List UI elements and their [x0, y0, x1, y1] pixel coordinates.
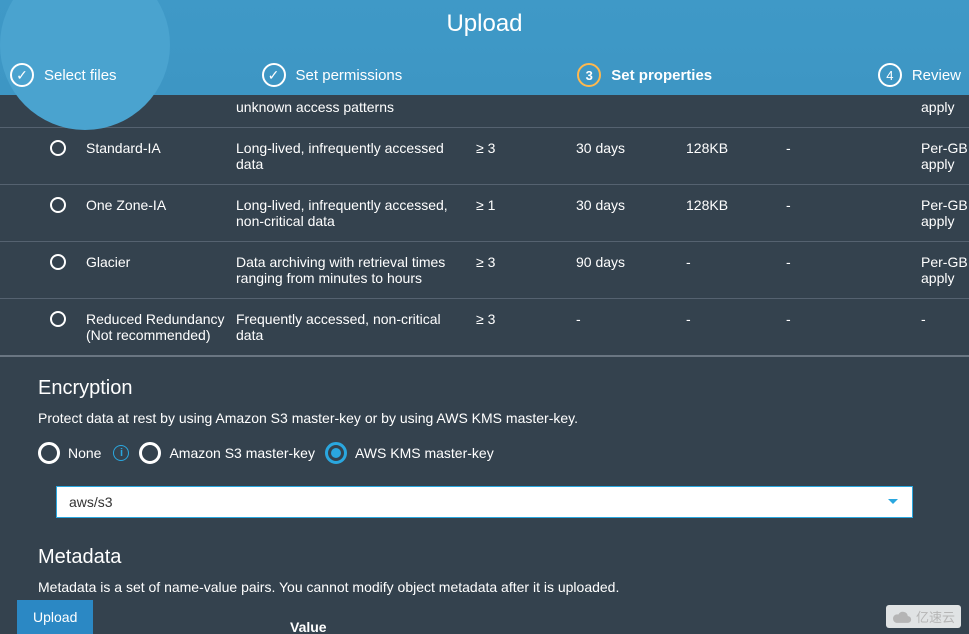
radio-icon	[38, 442, 60, 464]
option-label: None	[68, 445, 101, 461]
header: Upload Select files Set permissions 3 Se…	[0, 0, 969, 95]
encryption-kms[interactable]: AWS KMS master-key	[325, 442, 494, 464]
metadata-title: Metadata	[38, 546, 931, 569]
encryption-section: Encryption Protect data at rest by using…	[0, 357, 969, 518]
check-icon	[262, 63, 286, 87]
check-icon	[10, 63, 34, 87]
storage-desc: Long-lived, infrequently accessed, non-c…	[236, 185, 476, 242]
radio-icon[interactable]	[50, 140, 66, 156]
page-title: Upload	[0, 0, 969, 38]
encryption-title: Encryption	[38, 377, 931, 400]
radio-icon[interactable]	[50, 311, 66, 327]
step-number: 4	[878, 63, 902, 87]
metadata-header-row: Header Value	[38, 611, 931, 634]
step-review[interactable]: 4 Review	[878, 63, 961, 87]
step-set-permissions[interactable]: Set permissions	[262, 63, 403, 87]
radio-selected-icon	[325, 442, 347, 464]
storage-desc: unknown access patterns	[236, 95, 476, 128]
info-icon[interactable]: i	[113, 445, 129, 461]
col-value: Value	[290, 619, 327, 634]
table-row[interactable]: Standard-IA Long-lived, infrequently acc…	[0, 128, 969, 185]
table-row[interactable]: One Zone-IA Long-lived, infrequently acc…	[0, 185, 969, 242]
storage-name: Reduced Redundancy (Not recommended)	[66, 299, 236, 357]
radio-icon[interactable]	[50, 254, 66, 270]
option-label: Amazon S3 master-key	[169, 445, 315, 461]
storage-name: Standard-IA	[66, 128, 236, 185]
cloud-icon	[892, 610, 912, 624]
storage-class-table: unknown access patterns apply Standard-I…	[0, 95, 969, 357]
step-label: Set properties	[611, 67, 712, 84]
encryption-s3[interactable]: Amazon S3 master-key	[139, 442, 315, 464]
storage-name: Glacier	[66, 242, 236, 299]
radio-icon[interactable]	[50, 197, 66, 213]
storage-desc: Frequently accessed, non-critical data	[236, 299, 476, 357]
encryption-options: None i Amazon S3 master-key AWS KMS mast…	[38, 442, 931, 464]
step-label: Review	[912, 67, 961, 84]
step-label: Set permissions	[296, 67, 403, 84]
metadata-desc: Metadata is a set of name-value pairs. Y…	[38, 579, 931, 595]
storage-desc: Long-lived, infrequently accessed data	[236, 128, 476, 185]
storage-name: One Zone-IA	[66, 185, 236, 242]
table-row[interactable]: Glacier Data archiving with retrieval ti…	[0, 242, 969, 299]
step-select-files[interactable]: Select files	[10, 63, 117, 87]
step-set-properties[interactable]: 3 Set properties	[577, 63, 712, 87]
kms-key-dropdown[interactable]: aws/s3	[56, 486, 913, 518]
step-label: Select files	[44, 67, 117, 84]
wizard-steps: Select files Set permissions 3 Set prope…	[0, 63, 969, 87]
metadata-section: Metadata Metadata is a set of name-value…	[0, 518, 969, 634]
encryption-none[interactable]: None i	[38, 442, 129, 464]
table-row[interactable]: Reduced Redundancy (Not recommended) Fre…	[0, 299, 969, 357]
dropdown-value: aws/s3	[69, 494, 113, 510]
upload-button[interactable]: Upload	[17, 600, 93, 634]
encryption-desc: Protect data at rest by using Amazon S3 …	[38, 410, 931, 426]
step-number: 3	[577, 63, 601, 87]
watermark: 亿速云	[886, 605, 961, 628]
storage-desc: Data archiving with retrieval times rang…	[236, 242, 476, 299]
content-panel: unknown access patterns apply Standard-I…	[0, 95, 969, 634]
radio-icon	[139, 442, 161, 464]
option-label: AWS KMS master-key	[355, 445, 494, 461]
